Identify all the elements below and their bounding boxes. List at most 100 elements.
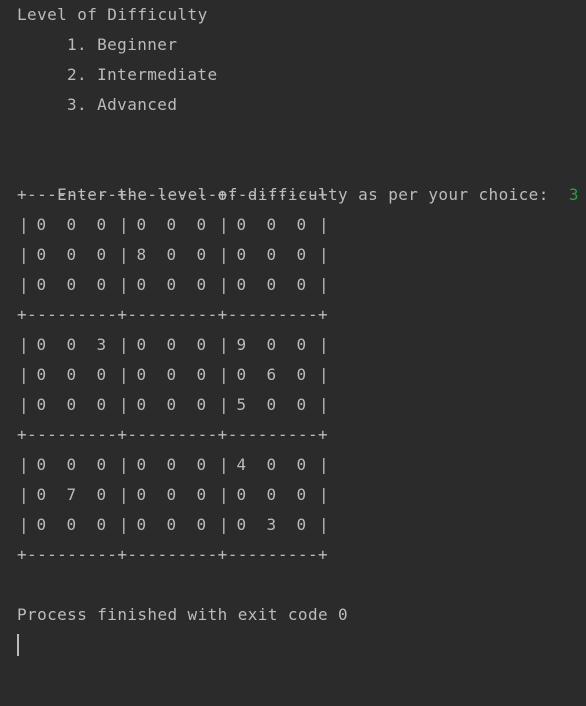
board-cell: 0 <box>166 215 177 234</box>
board-cell: 0 <box>96 365 107 384</box>
board-pipe: | <box>219 455 230 474</box>
board-cell: 7 <box>66 485 77 504</box>
board-cell: 0 <box>136 455 147 474</box>
board-cell: 0 <box>266 455 277 474</box>
board-cell: 0 <box>36 245 47 264</box>
option-beginner: 1. Beginner <box>67 35 178 54</box>
board-cell: 0 <box>196 335 207 354</box>
board-cell: 0 <box>96 515 107 534</box>
board-cell: 0 <box>136 365 147 384</box>
board-pipe: | <box>119 245 130 264</box>
board-pipe: | <box>319 245 330 264</box>
board-cell: 0 <box>166 365 177 384</box>
board-pipe: | <box>319 515 330 534</box>
board-cell: 0 <box>196 485 207 504</box>
board-cell: 3 <box>96 335 107 354</box>
board-cell: 0 <box>236 245 247 264</box>
board-cell: 0 <box>136 515 147 534</box>
board-cell: 0 <box>166 485 177 504</box>
board-cell: 0 <box>36 365 47 384</box>
board-pipe: | <box>219 335 230 354</box>
board-cell: 0 <box>236 215 247 234</box>
board-cell: 0 <box>36 455 47 474</box>
board-pipe: | <box>219 275 230 294</box>
board-row: | | | | 0 0 0 0 0 0 0 6 0 <box>0 360 586 390</box>
board-cell: 0 <box>136 275 147 294</box>
board-pipe: | <box>119 395 130 414</box>
board-cell: 0 <box>296 335 307 354</box>
board-cell: 3 <box>266 515 277 534</box>
board-cell: 0 <box>196 365 207 384</box>
board-cell: 0 <box>96 395 107 414</box>
text-cursor[interactable] <box>17 634 19 656</box>
board-pipe: | <box>19 485 30 504</box>
board-pipe: | <box>319 335 330 354</box>
board-cell: 0 <box>196 245 207 264</box>
board-cell: 0 <box>36 215 47 234</box>
board-separator: +---------+---------+---------+ <box>17 305 329 324</box>
board-pipe: | <box>19 245 30 264</box>
board-cell: 0 <box>296 275 307 294</box>
board-pipe: | <box>19 455 30 474</box>
board-cell: 0 <box>96 245 107 264</box>
board-cell: 0 <box>196 455 207 474</box>
board-cell: 0 <box>296 245 307 264</box>
run-console-output: Level of Difficulty 1. Beginner 2. Inter… <box>0 0 586 706</box>
difficulty-heading: Level of Difficulty <box>17 5 208 24</box>
board-row: | | | | 0 0 0 0 0 0 4 0 0 <box>0 450 586 480</box>
board-row: | | | | 0 0 0 0 0 0 0 0 0 <box>0 270 586 300</box>
board-pipe: | <box>19 515 30 534</box>
board-cell: 0 <box>236 365 247 384</box>
board-separator: +---------+---------+---------+ <box>17 545 329 564</box>
board-pipe: | <box>219 215 230 234</box>
board-pipe: | <box>19 335 30 354</box>
board-cell: 0 <box>166 275 177 294</box>
option-advanced: 3. Advanced <box>67 95 178 114</box>
board-pipe: | <box>319 455 330 474</box>
board-pipe: | <box>119 335 130 354</box>
board-pipe: | <box>119 485 130 504</box>
board-pipe: | <box>219 485 230 504</box>
board-pipe: | <box>319 365 330 384</box>
board-cell: 0 <box>136 215 147 234</box>
board-cell: 0 <box>296 365 307 384</box>
option-intermediate: 2. Intermediate <box>67 65 218 84</box>
board-pipe: | <box>19 395 30 414</box>
board-cell: 0 <box>36 275 47 294</box>
board-cell: 0 <box>266 395 277 414</box>
board-separator: +---------+---------+---------+ <box>17 185 329 204</box>
board-cell: 5 <box>236 395 247 414</box>
board-pipe: | <box>19 275 30 294</box>
board-cell: 0 <box>166 515 177 534</box>
board-cell: 0 <box>166 395 177 414</box>
board-cell: 0 <box>96 275 107 294</box>
board-cell: 0 <box>266 335 277 354</box>
board-cell: 0 <box>136 395 147 414</box>
board-cell: 0 <box>166 335 177 354</box>
board-separator: +---------+---------+---------+ <box>17 425 329 444</box>
board-cell: 6 <box>266 365 277 384</box>
board-row: | | | | 0 0 0 8 0 0 0 0 0 <box>0 240 586 270</box>
board-cell: 0 <box>236 515 247 534</box>
difficulty-prompt-line: Enter the level of difficulty as per you… <box>17 150 579 204</box>
board-pipe: | <box>119 515 130 534</box>
board-pipe: | <box>319 395 330 414</box>
board-cell: 4 <box>236 455 247 474</box>
board-cell: 0 <box>66 365 77 384</box>
board-cell: 0 <box>196 275 207 294</box>
board-cell: 0 <box>236 275 247 294</box>
board-cell: 0 <box>266 215 277 234</box>
board-cell: 0 <box>96 485 107 504</box>
board-cell: 0 <box>266 485 277 504</box>
board-pipe: | <box>119 275 130 294</box>
board-pipe: | <box>19 365 30 384</box>
board-cell: 0 <box>66 455 77 474</box>
board-cell: 0 <box>296 515 307 534</box>
board-cell: 0 <box>36 395 47 414</box>
board-cell: 0 <box>66 335 77 354</box>
board-pipe: | <box>19 215 30 234</box>
board-cell: 0 <box>136 485 147 504</box>
board-row: | | | | 0 0 0 0 0 0 5 0 0 <box>0 390 586 420</box>
board-cell: 0 <box>196 395 207 414</box>
board-cell: 0 <box>266 275 277 294</box>
